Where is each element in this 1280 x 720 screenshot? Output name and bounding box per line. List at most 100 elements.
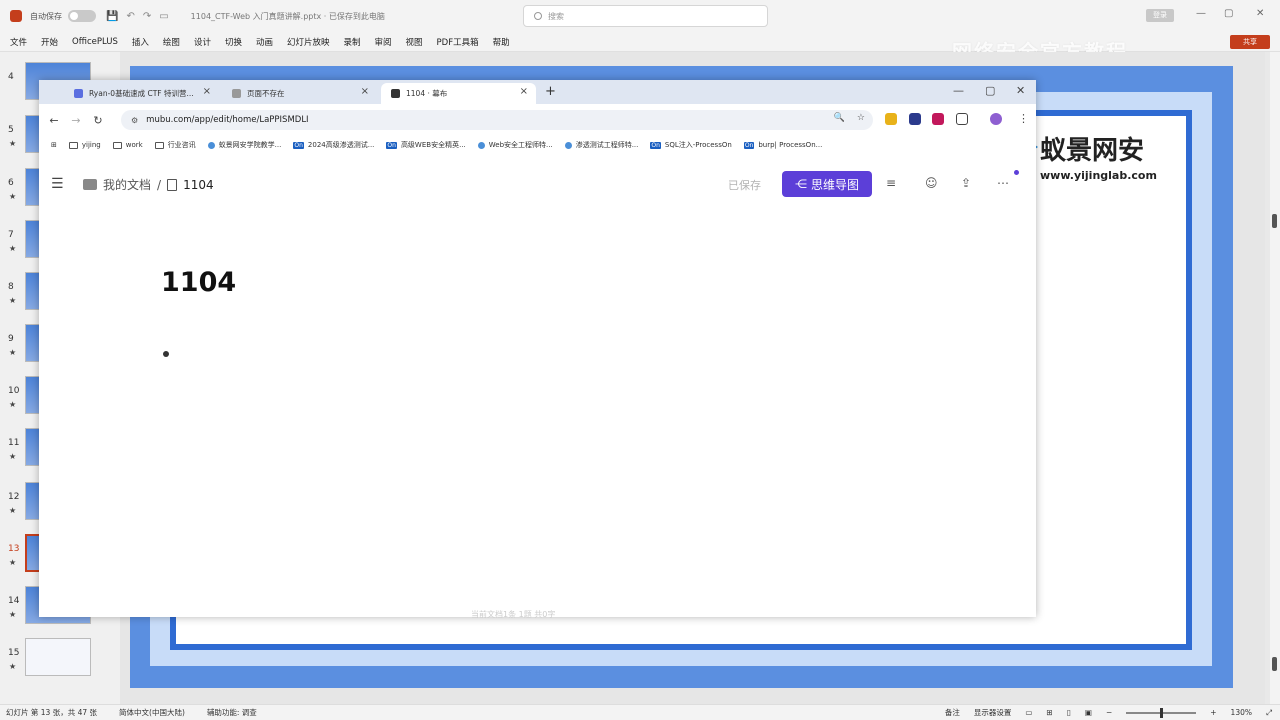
tab-close-icon[interactable]: × — [520, 86, 528, 97]
slide-thumbnail[interactable]: 15 ★ — [0, 638, 120, 688]
processon-icon: On — [386, 141, 397, 149]
ribbon-tab[interactable]: OfficePLUS — [72, 37, 118, 47]
extension-icon[interactable] — [909, 113, 921, 125]
ribbon-tab[interactable]: PDF工具箱 — [437, 36, 479, 48]
ribbon-tab[interactable]: 帮助 — [493, 36, 510, 48]
forward-icon[interactable]: → — [65, 114, 87, 127]
browser-minimize-icon[interactable]: — — [953, 84, 964, 97]
new-tab-icon[interactable]: + — [545, 84, 556, 99]
more-icon[interactable]: ⋯ — [997, 176, 1009, 190]
browser-tab[interactable]: Ryan-0基础速成 CTF 特训营... × — [64, 83, 219, 104]
maximize-icon[interactable]: ▢ — [1224, 8, 1233, 19]
address-bar[interactable]: ⚙ mubu.com/app/edit/home/LaPPISMDLI 🔍 ☆ — [121, 110, 873, 130]
display-settings-button[interactable]: 显示器设置 — [974, 707, 1012, 718]
url-text[interactable]: mubu.com/app/edit/home/LaPPISMDLI — [146, 115, 308, 125]
browser-close-icon[interactable]: ✕ — [1016, 84, 1025, 97]
ribbon-tab[interactable]: 插入 — [132, 36, 149, 48]
language-status[interactable]: 简体中文(中国大陆) — [119, 707, 185, 718]
apps-grid-icon[interactable]: ⊞ — [51, 141, 57, 149]
document-heading[interactable]: 1104 — [161, 267, 236, 298]
bookmark-item[interactable]: Web安全工程师特... — [477, 140, 553, 150]
ribbon-tab[interactable]: 切换 — [225, 36, 242, 48]
ppt-search-box[interactable]: 搜索 — [523, 5, 768, 27]
bookmark-item[interactable]: On SQL注入-ProcessOn — [650, 140, 732, 150]
tab-close-icon[interactable]: × — [361, 86, 369, 97]
accessibility-status[interactable]: 辅助功能: 调查 — [207, 707, 257, 718]
bookmark-folder[interactable]: 行业咨讯 — [154, 140, 196, 150]
star-icon: ★ — [9, 610, 17, 619]
login-button[interactable]: 登录 — [1146, 9, 1174, 22]
share-icon[interactable]: ⇪ — [961, 176, 971, 190]
browser-menu-icon[interactable]: ⋮ — [1018, 112, 1029, 125]
vertical-scrollbar[interactable] — [1270, 52, 1280, 704]
breadcrumb-current[interactable]: 1104 — [183, 178, 214, 192]
ribbon-tab[interactable]: 录制 — [344, 36, 361, 48]
extensions-puzzle-icon[interactable] — [956, 113, 968, 125]
sorter-view-icon[interactable]: ⊞ — [1046, 708, 1052, 717]
ribbon-tab[interactable]: 幻灯片放映 — [287, 36, 330, 48]
breadcrumb-separator: / — [157, 177, 162, 192]
star-icon: ★ — [9, 400, 17, 409]
bookmark-star-icon[interactable]: ☆ — [857, 113, 865, 123]
slide-number: 10 — [8, 386, 20, 396]
minimize-icon[interactable]: — — [1196, 8, 1206, 19]
slide-logo-name: 蚁景网安 — [1040, 136, 1145, 166]
autosave-toggle[interactable] — [68, 10, 96, 22]
collaborate-icon[interactable]: ☺ — [925, 176, 938, 190]
scroll-handle-bottom[interactable] — [1272, 657, 1277, 671]
mindmap-icon: ⋲ — [794, 177, 807, 191]
quick-access-toolbar[interactable]: 💾↶↷▭ — [106, 11, 177, 22]
slideshow-icon[interactable]: ▣ — [1085, 708, 1092, 717]
site-info-icon[interactable]: ⚙ — [131, 116, 138, 125]
extension-icon[interactable] — [885, 113, 897, 125]
bookmark-label: 2024高级渗透测试... — [307, 141, 375, 149]
ppt-search-placeholder: 搜索 — [548, 11, 564, 21]
browser-tab-active[interactable]: 1104 · 幕布 × — [381, 83, 536, 104]
outline-bullet[interactable] — [163, 351, 169, 357]
mindmap-button[interactable]: ⋲ 思维导图 — [782, 171, 872, 197]
zoom-icon[interactable]: 🔍 — [834, 113, 845, 123]
bookmark-folder[interactable]: work — [112, 141, 143, 149]
zoom-in-icon[interactable]: + — [1210, 708, 1216, 717]
profile-avatar[interactable] — [990, 113, 1002, 125]
fit-slide-icon[interactable]: ⤢ — [1266, 708, 1272, 718]
breadcrumb: 我的文档 / 1104 — [83, 176, 214, 193]
browser-tab[interactable]: 页面不存在 × — [222, 83, 377, 104]
ribbon-tab[interactable]: 开始 — [41, 36, 58, 48]
reload-icon[interactable]: ↻ — [87, 114, 109, 127]
reading-view-icon[interactable]: ▯ — [1067, 708, 1071, 717]
ribbon-tab[interactable]: 设计 — [194, 36, 211, 48]
extension-icon[interactable] — [932, 113, 944, 125]
bookmark-item[interactable]: 渗透测试工程师特... — [564, 140, 638, 150]
slide-number: 14 — [8, 596, 20, 606]
bookmark-item[interactable]: 蚁景网安学院教学... — [207, 140, 281, 150]
ribbon-tab[interactable]: 动画 — [256, 36, 273, 48]
zoom-level[interactable]: 130% — [1231, 708, 1252, 717]
browser-maximize-icon[interactable]: ▢ — [985, 84, 995, 97]
menu-icon[interactable]: ☰ — [51, 176, 64, 192]
bookmark-item[interactable]: On burp| ProcessOn... — [743, 141, 823, 149]
ribbon-tab[interactable]: 视图 — [406, 36, 423, 48]
share-button[interactable]: 共享 — [1230, 35, 1270, 49]
slide-preview — [25, 638, 91, 676]
bookmark-folder[interactable]: yijing — [68, 141, 101, 149]
normal-view-icon[interactable]: ▭ — [1025, 708, 1032, 717]
scroll-handle[interactable] — [1272, 214, 1277, 228]
notes-button[interactable]: 备注 — [945, 707, 960, 718]
breadcrumb-root[interactable]: 我的文档 — [103, 176, 151, 193]
bookmark-label: burp| ProcessOn... — [758, 141, 823, 149]
zoom-slider[interactable] — [1126, 707, 1197, 718]
back-icon[interactable]: ← — [43, 114, 65, 127]
ribbon-tab[interactable]: 审阅 — [375, 36, 392, 48]
tab-close-icon[interactable]: × — [203, 86, 211, 97]
ribbon-tab[interactable]: 绘图 — [163, 36, 180, 48]
ribbon-tab[interactable]: 文件 — [10, 36, 27, 48]
bookmark-item[interactable]: On 高级WEB安全精英... — [386, 140, 466, 150]
close-icon[interactable]: ✕ — [1256, 8, 1264, 19]
search-text-icon[interactable]: ≡ — [886, 176, 896, 190]
zoom-out-icon[interactable]: − — [1106, 708, 1112, 717]
slide-number: 6 — [8, 178, 14, 188]
bookmark-item[interactable]: On 2024高级渗透测试... — [293, 140, 374, 150]
slide-count-status: 幻灯片 第 13 张，共 47 张 — [6, 708, 98, 717]
bookmark-label: work — [125, 141, 143, 149]
